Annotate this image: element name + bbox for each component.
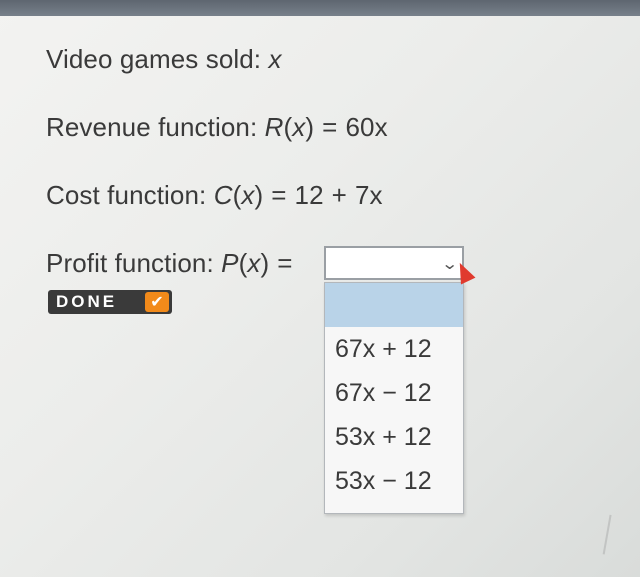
- games-sold-label: Video games sold:: [46, 44, 269, 74]
- games-sold-variable: x: [268, 44, 282, 74]
- mouse-pointer-icon: [452, 259, 476, 285]
- revenue-label: Revenue function:: [46, 112, 265, 142]
- done-button[interactable]: DONE ✔: [48, 290, 172, 314]
- revenue-expression: R(x) = 60x: [264, 112, 388, 142]
- profit-label: Profit function:: [46, 248, 222, 278]
- dropdown-option-1[interactable]: 67x + 12: [325, 327, 463, 371]
- dropdown-option-3[interactable]: 53x + 12: [325, 415, 463, 459]
- profit-function-line: Profit function: P(x) =: [46, 248, 301, 279]
- profit-answer-select[interactable]: ⌄: [324, 246, 464, 280]
- top-frame-strip: [0, 0, 640, 16]
- revenue-function-line: Revenue function: R(x) = 60x: [46, 112, 388, 143]
- dropdown-blank-option[interactable]: [325, 283, 463, 327]
- dropdown-option-4[interactable]: 53x − 12: [325, 459, 463, 503]
- profit-expression: P(x) =: [221, 248, 293, 278]
- cost-function-line: Cost function: C(x) = 12 +7x: [46, 180, 383, 211]
- done-button-label: DONE: [56, 292, 118, 311]
- cost-label: Cost function:: [46, 180, 214, 210]
- background-mark: [602, 514, 628, 558]
- checkmark-icon: ✔: [145, 292, 169, 312]
- games-sold-line: Video games sold: x: [46, 44, 282, 75]
- dropdown-option-2[interactable]: 67x − 12: [325, 371, 463, 415]
- cost-expression: C(x) = 12 +7x: [213, 180, 383, 210]
- answer-dropdown-list: 67x + 12 67x − 12 53x + 12 53x − 12: [324, 282, 464, 514]
